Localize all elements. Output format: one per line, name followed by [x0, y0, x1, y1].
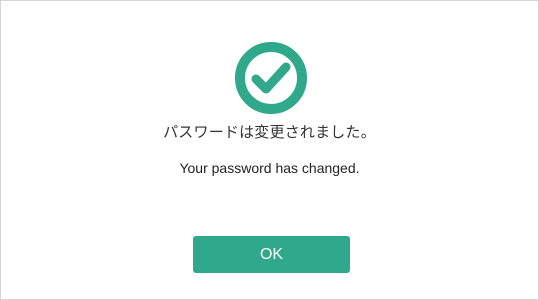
success-check-circle-icon [234, 41, 308, 115]
ok-button[interactable]: OK [193, 236, 350, 273]
success-message-japanese: パスワードは変更されました。 [163, 123, 376, 141]
success-message-english: Your password has changed. [179, 160, 360, 176]
password-changed-dialog: パスワードは変更されました。 Your password has changed… [0, 0, 539, 300]
